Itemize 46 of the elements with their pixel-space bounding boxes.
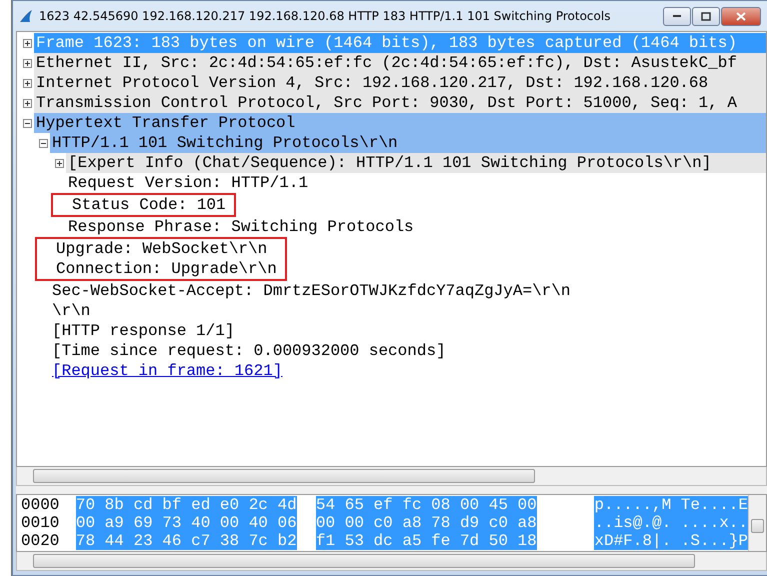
tree-item[interactable]: Sec-WebSocket-Accept: DmrtzESorOTWJKzfdcY7aqZgJyA=\r\n [50,281,766,301]
tree-item[interactable]: Transmission Control Protocol, Src Port: 9030, Dst Port: 51000, Seq: 1, A [34,93,766,113]
expand-icon[interactable] [23,78,32,88]
ascii-text: ..is@.@. ....x.. [594,514,748,532]
expand-icon[interactable] [23,98,32,108]
maximize-icon [701,12,711,20]
ascii-text: p.....,M Te....E [594,496,748,514]
offset-text: 0000 [20,496,60,514]
frame-link[interactable]: [Request in frame: 1621] [50,361,284,381]
offset-text: 0010 [20,514,60,532]
collapse-icon[interactable] [23,118,32,128]
maximize-button[interactable] [692,6,720,26]
tree-item[interactable]: Response Phrase: Switching Protocols [66,217,766,237]
tree-item[interactable]: Hypertext Transfer Protocol [34,113,766,133]
vertical-scrollbar[interactable] [748,495,766,551]
tree-item[interactable]: Ethernet II, Src: 2c:4d:54:65:ef:fc (2c:4d:54:65:ef:fc), Dst: AsustekC_bf [34,53,766,73]
minimize-button[interactable] [663,6,691,26]
hex-bytes: 78 44 23 46 c7 38 7c b2 [76,532,297,550]
expand-icon[interactable] [55,158,64,168]
close-icon [736,12,746,20]
horizontal-scrollbar[interactable] [16,552,767,571]
hex-bytes: 00 a9 69 73 40 00 40 06 [76,514,297,532]
hex-bytes: 54 65 ef fc 08 00 45 00 [316,496,537,514]
tree-item[interactable]: \r\n [50,301,766,321]
tree-item[interactable]: Status Code: 101 [70,195,228,215]
offset-text: 0020 [20,532,60,550]
close-button[interactable] [721,6,761,26]
tree-item[interactable]: [Expert Info (Chat/Sequence): HTTP/1.1 101 Switching Protocols\r\n] [66,153,766,173]
hex-bytes: 70 8b cd bf ed e0 2c 4d [76,496,297,514]
hex-bytes: 00 00 c0 a8 78 d9 c0 a8 [316,514,537,532]
tree-item[interactable]: HTTP/1.1 101 Switching Protocols\r\n [50,133,766,153]
minimize-icon [672,14,682,18]
tree-item[interactable]: Internet Protocol Version 4, Src: 192.168.120.217, Dst: 192.168.120.68 [34,73,766,93]
expand-icon[interactable] [23,38,32,48]
tree-item[interactable]: [HTTP response 1/1] [50,321,766,341]
horizontal-scrollbar[interactable] [16,467,767,486]
window-title: 1623 42.545690 192.168.120.217 192.168.120.68 HTTP 183 HTTP/1.1 101 Switching Protocols [39,9,612,23]
tree-item[interactable]: Connection: Upgrade\r\n [54,259,279,279]
shark-fin-icon [19,9,33,23]
tree-item[interactable]: Request Version: HTTP/1.1 [66,173,766,193]
hex-bytes: f1 53 dc a5 fe 7d 50 18 [316,532,537,550]
tree-item[interactable]: Upgrade: WebSocket\r\n [54,239,279,259]
collapse-icon[interactable] [39,138,48,148]
expand-icon[interactable] [23,58,32,68]
ascii-text: xD#F.8|. .S...}P [594,532,748,550]
tree-item[interactable]: [Time since request: 0.000932000 seconds] [50,341,766,361]
